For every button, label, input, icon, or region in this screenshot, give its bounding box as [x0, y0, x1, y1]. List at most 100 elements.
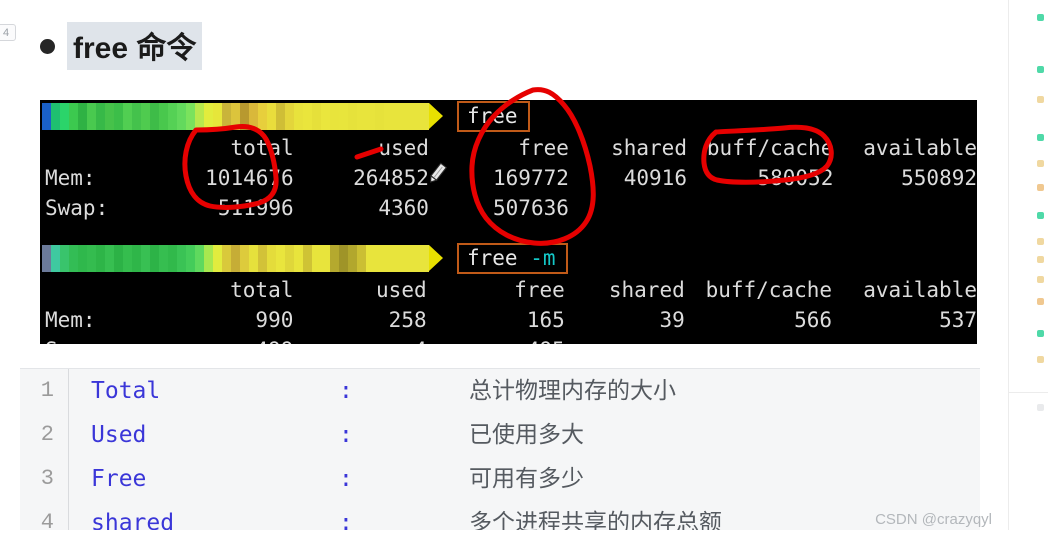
code-row: 2 Used : 已使用多大: [20, 413, 980, 457]
cell-shared: [565, 335, 685, 344]
line-number: 2: [40, 422, 54, 447]
header-label: [40, 133, 151, 163]
terminal-block-free-m: free -m total used free shared buff/cach…: [40, 242, 977, 344]
page-root: 4 free 命令 free total used free shared bu…: [0, 0, 1048, 540]
cell-free: 165: [526, 308, 565, 332]
cell-buff-cache: 566: [794, 308, 832, 332]
rail-marker: [1037, 184, 1044, 191]
cell-used: 4360: [378, 196, 429, 220]
row-label: Swap:: [45, 196, 109, 220]
header-free: free: [514, 278, 565, 302]
cell-used: 4: [293, 335, 427, 344]
row-label: Mem:: [45, 308, 96, 332]
rail-marker: [1037, 356, 1044, 363]
header-label: [40, 275, 153, 305]
free-output-table: total used free shared buff/cache availa…: [40, 275, 977, 344]
cell-buff-cache: [685, 335, 832, 344]
code-description: 已使用多大: [469, 422, 584, 447]
rail-marker: [1037, 96, 1044, 103]
cell-buff-cache: 580052: [757, 166, 834, 190]
code-description: 总计物理内存的大小: [469, 378, 676, 403]
terminal-block-free: free total used free shared buff/cache a…: [40, 100, 977, 223]
code-block: 1 Total : 总计物理内存的大小 2 Used : 已使用多大 3 Fre…: [20, 368, 980, 540]
cell-used: 258: [388, 308, 427, 332]
cell-free: 495: [427, 335, 565, 344]
code-colon: :: [339, 378, 353, 404]
header-total: total: [230, 278, 294, 302]
prompt-row: free -m: [40, 242, 977, 274]
rail-marker: [1037, 14, 1044, 21]
line-number: 1: [40, 378, 54, 403]
cell-shared: [569, 193, 687, 223]
redacted-prompt-icon: [42, 244, 443, 272]
rail-marker: [1037, 276, 1044, 283]
command-text: free: [467, 245, 518, 270]
rail-marker: [1037, 330, 1044, 337]
code-key: Used: [91, 422, 147, 448]
table-row: Swap: 499 4 495: [40, 335, 977, 344]
header-used: used: [376, 278, 427, 302]
rail-marker: [1037, 238, 1044, 245]
cell-total: 990: [255, 308, 294, 332]
rail-marker: [1037, 298, 1044, 305]
cell-total: 1014676: [205, 166, 294, 190]
cell-total: 499: [153, 335, 293, 344]
code-row: 3 Free : 可用有多少: [20, 457, 980, 501]
rail-marker: [1037, 404, 1044, 411]
cell-buff-cache: [687, 193, 833, 223]
table-row: Mem: 1014676 264852 169772 40916 580052 …: [40, 163, 977, 193]
cell-shared: 40916: [623, 166, 687, 190]
table-row: Swap: 511996 4360 507636: [40, 193, 977, 223]
row-label: Mem:: [45, 166, 96, 190]
bottom-clip-strip: [0, 530, 1048, 540]
header-shared: shared: [608, 278, 685, 302]
edge-badge[interactable]: 4: [0, 24, 16, 41]
bullet-icon: [40, 38, 55, 54]
terminal-screenshot: free total used free shared buff/cache a…: [40, 100, 977, 344]
command-text: free: [467, 103, 518, 128]
header-buff-cache: buff/cache: [706, 136, 834, 160]
cell-shared: 39: [659, 308, 685, 332]
rail-divider: [1009, 392, 1048, 393]
rail-marker: [1037, 66, 1044, 73]
cell-total: 511996: [217, 196, 294, 220]
code-colon: :: [339, 422, 353, 448]
header-shared: shared: [611, 136, 687, 160]
cell-available: [833, 193, 977, 223]
rail-marker: [1037, 134, 1044, 141]
table-row: Mem: 990 258 165 39 566 537: [40, 305, 977, 335]
pencil-cursor: [430, 162, 448, 183]
table-header-row: total used free shared buff/cache availa…: [40, 133, 977, 163]
page-heading: free 命令: [40, 22, 203, 70]
right-rail-scrollbar[interactable]: [1008, 0, 1048, 540]
redacted-prompt-icon: [42, 102, 443, 130]
watermark: CSDN @crazyqyl: [875, 511, 992, 528]
rail-marker: [1037, 212, 1044, 219]
prompt-row: free: [40, 100, 977, 132]
row-label: Swap:: [40, 335, 153, 344]
rail-marker: [1037, 160, 1044, 167]
header-used: used: [378, 136, 429, 160]
header-available: available: [863, 136, 977, 160]
code-key: Total: [91, 378, 161, 404]
cell-available: [832, 335, 977, 344]
header-available: available: [863, 278, 977, 302]
line-number: 3: [40, 466, 54, 491]
table-header-row: total used free shared buff/cache availa…: [40, 275, 977, 305]
cell-available: 550892: [901, 166, 977, 190]
command-flag: -m: [530, 245, 556, 270]
command-free: free: [457, 100, 530, 132]
command-free-m: free -m: [457, 242, 568, 274]
code-key: Free: [91, 466, 147, 492]
cell-free: 507636: [493, 196, 569, 220]
header-free: free: [518, 136, 569, 160]
page-title: free 命令: [67, 22, 203, 70]
code-colon: :: [339, 466, 353, 492]
code-row: 1 Total : 总计物理内存的大小: [20, 369, 980, 413]
cell-used: 264852: [353, 166, 429, 190]
free-output-table: total used free shared buff/cache availa…: [40, 133, 977, 223]
header-buff-cache: buff/cache: [705, 278, 832, 302]
cell-available: 537: [939, 308, 977, 332]
rail-marker: [1037, 256, 1044, 263]
code-description: 可用有多少: [469, 466, 584, 491]
